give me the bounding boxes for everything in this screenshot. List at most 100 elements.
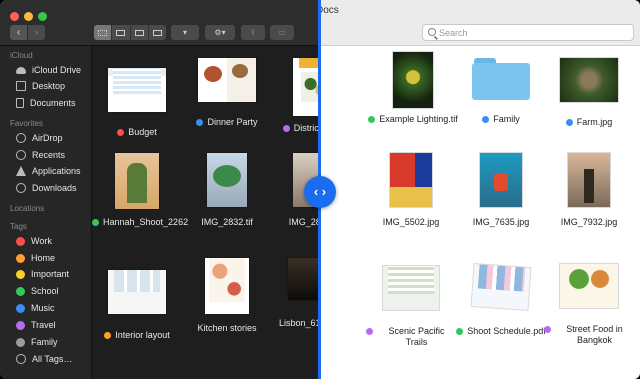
tag-dot-icon <box>16 286 25 296</box>
file-item-example-lighting[interactable]: Example Lighting.tif <box>368 52 458 125</box>
back-button[interactable]: ‹ <box>10 25 27 40</box>
file-label: IMG_2832.tif <box>201 217 253 227</box>
icon-view-button[interactable] <box>94 25 113 40</box>
comparison-slider-handle[interactable]: ‹ › <box>304 176 336 208</box>
tag-dot-icon <box>16 337 25 347</box>
tag-dot-icon <box>16 303 25 313</box>
file-item-budget[interactable]: Budget <box>92 58 182 138</box>
list-icon <box>116 29 126 36</box>
document-thumbnail <box>560 264 618 308</box>
video-thumbnail <box>288 258 320 300</box>
file-label: Lisbon_61895.mov <box>278 318 320 328</box>
file-item-img-7932[interactable]: IMG_7932.jpg <box>544 153 634 228</box>
tag-dot-icon <box>92 219 99 226</box>
tag-dot-icon <box>565 119 573 126</box>
file-item-img-5502[interactable]: IMG_5502.jpg <box>366 153 456 228</box>
sidebar-tag-home[interactable]: Home <box>16 251 55 265</box>
file-label: Shoot Schedule.pdf <box>456 326 546 337</box>
group-button[interactable]: ▾ <box>171 25 199 40</box>
sidebar-item-applications[interactable]: Applications <box>16 164 81 178</box>
chevron-left-icon: ‹ <box>16 27 21 38</box>
sidebar-item-recents[interactable]: Recents <box>16 148 65 162</box>
gallery-icon <box>152 29 162 36</box>
gallery-view-button[interactable] <box>149 25 166 40</box>
file-item-street-food-bangkok[interactable]: Street Food in Bangkok <box>544 258 634 346</box>
photo-thumbnail <box>115 153 159 209</box>
list-view-button[interactable] <box>112 25 131 40</box>
sidebar-item-icloud-drive[interactable]: iCloud Drive <box>16 63 81 77</box>
forward-button[interactable]: › <box>28 25 45 40</box>
sidebar-tag-music[interactable]: Music <box>16 301 55 315</box>
file-label: IMG_2839.jpg <box>288 217 320 227</box>
window-title-text: Docs <box>320 5 339 16</box>
sidebar-item-desktop[interactable]: Desktop <box>16 79 65 93</box>
folder-item-family[interactable]: Family <box>456 58 546 125</box>
light-mode-pane: Docs Example Lighting.tif Family Farm.jp… <box>320 0 640 379</box>
folder-icon <box>472 58 530 100</box>
file-label: IMG_7932.jpg <box>560 217 618 227</box>
toolbar-dark: ‹ › ▾ ⚙▾ ⇪ ▭ <box>0 0 320 46</box>
file-item-img-2832[interactable]: IMG_2832.tif <box>182 153 272 228</box>
close-button[interactable] <box>10 12 19 21</box>
file-item-img-7635[interactable]: IMG_7635.jpg <box>456 153 546 228</box>
tag-dot-icon <box>544 326 551 333</box>
file-item-farm[interactable]: Farm.jpg <box>544 58 634 128</box>
columns-icon <box>134 29 144 36</box>
sidebar-item-label: Documents <box>30 98 76 108</box>
sidebar-item-label: Travel <box>31 320 56 330</box>
file-label: IMG_5502.jpg <box>382 217 440 227</box>
sidebar-header-icloud: iCloud <box>10 51 33 60</box>
sidebar-tag-travel[interactable]: Travel <box>16 318 56 332</box>
pdf-thumbnail <box>471 264 531 310</box>
all-tags-icon <box>16 354 26 364</box>
sidebar-item-airdrop[interactable]: AirDrop <box>16 131 63 145</box>
tag-dot-icon <box>456 328 464 335</box>
document-thumbnail <box>205 258 249 314</box>
edit-tags-button[interactable]: ▭ <box>270 25 294 40</box>
tag-dot-icon <box>117 129 125 136</box>
tag-dot-icon <box>16 253 25 263</box>
file-item-kitchen-stories[interactable]: Kitchen stories <box>182 252 272 334</box>
sidebar-tag-family[interactable]: Family <box>16 335 58 349</box>
column-view-button[interactable] <box>131 25 149 40</box>
sidebar-item-downloads[interactable]: Downloads <box>16 181 77 195</box>
minimize-button[interactable] <box>24 12 33 21</box>
tag-dot-icon <box>366 328 373 335</box>
grid-icon <box>98 29 108 36</box>
file-item-scenic-pacific-trails[interactable]: Scenic Pacific Trails <box>366 258 456 348</box>
file-item-dinner-party[interactable]: Dinner Party <box>182 58 272 128</box>
sidebar-item-label: All Tags… <box>32 354 73 364</box>
tag-dot-icon <box>368 116 376 123</box>
sidebar-item-label: Downloads <box>32 183 77 193</box>
search-field[interactable] <box>422 24 634 41</box>
sidebar-item-label: Applications <box>32 166 81 176</box>
share-button[interactable]: ⇪ <box>241 25 265 40</box>
file-item-hannah-shoot[interactable]: Hannah_Shoot_2262 <box>92 153 188 228</box>
file-label: Dinner Party <box>196 117 258 128</box>
file-item-interior-layout[interactable]: Interior layout <box>92 258 182 341</box>
sidebar-tag-important[interactable]: Important <box>16 267 69 281</box>
search-input[interactable] <box>439 26 629 39</box>
photo-thumbnail <box>568 153 610 207</box>
sidebar-item-documents[interactable]: Documents <box>16 96 76 110</box>
sidebar-item-label: Important <box>31 269 70 279</box>
file-item-shoot-schedule[interactable]: Shoot Schedule.pdf <box>456 258 546 337</box>
tag-dot-icon <box>104 332 112 339</box>
file-item-lisbon-mov[interactable]: Lisbon_61895.mov <box>272 258 320 329</box>
sidebar-item-label: Family <box>31 337 58 347</box>
airdrop-icon <box>16 133 26 143</box>
documents-icon <box>16 98 24 108</box>
zoom-button[interactable] <box>38 12 47 21</box>
file-label: Scenic Pacific Trails <box>366 326 456 348</box>
toolbar-light: Docs <box>320 0 640 46</box>
tag-dot-icon <box>16 320 25 330</box>
action-button[interactable]: ⚙▾ <box>205 25 235 40</box>
file-item-district-market[interactable]: District Market <box>272 52 320 134</box>
sidebar-all-tags[interactable]: All Tags… <box>16 352 72 366</box>
sidebar-tag-work[interactable]: Work <box>16 234 52 248</box>
desktop-icon <box>16 81 26 91</box>
tag-dot-icon <box>282 125 290 132</box>
tag-icon: ▭ <box>278 28 286 37</box>
sidebar-item-label: Work <box>31 236 52 246</box>
sidebar-tag-school[interactable]: School <box>16 284 59 298</box>
